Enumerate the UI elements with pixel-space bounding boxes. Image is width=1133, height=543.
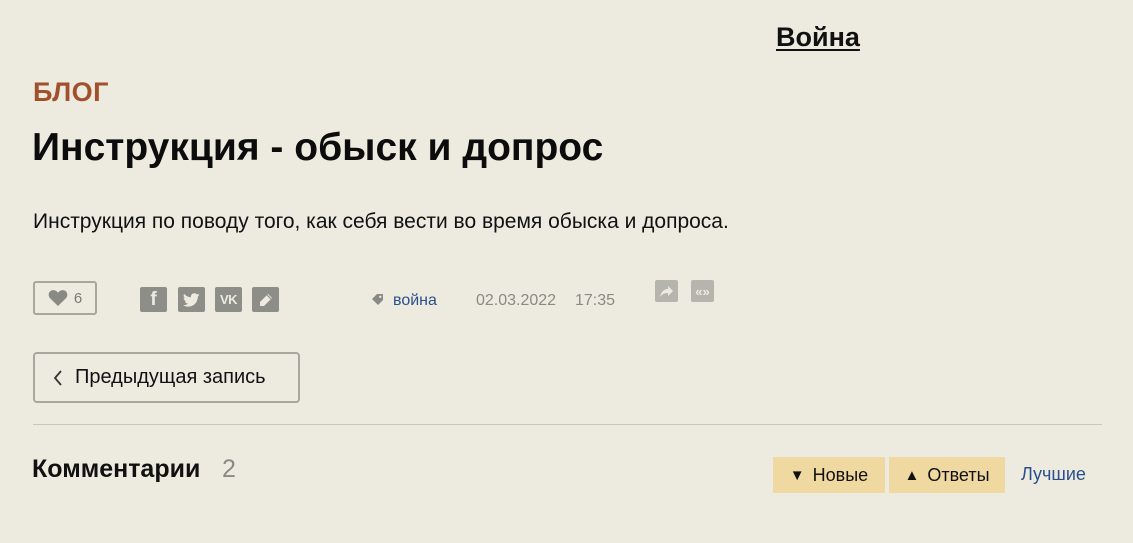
chevron-left-icon	[53, 369, 62, 386]
heart-icon	[48, 290, 68, 306]
post-date: 02.03.2022	[476, 292, 557, 309]
post-time: 17:35	[575, 292, 616, 309]
header-link-voyna[interactable]: Война	[776, 22, 860, 53]
comments-title: Комментарии	[32, 455, 201, 483]
sort-new-button[interactable]: ▼ Новые	[773, 457, 885, 493]
sort-new-label: Новые	[812, 464, 869, 485]
section-label: БЛОГ	[33, 77, 109, 107]
comments-count: 2	[222, 455, 236, 483]
previous-post-button[interactable]: Предыдущая запись	[33, 352, 300, 403]
twitter-icon[interactable]	[178, 287, 205, 312]
like-button[interactable]: 6	[33, 281, 97, 315]
triangle-down-icon: ▼	[789, 466, 805, 484]
tag-icon	[372, 294, 383, 305]
divider	[33, 424, 1102, 425]
post-title: Инструкция - обыск и допрос	[32, 126, 604, 169]
sort-best-link[interactable]: Лучшие	[1021, 464, 1086, 485]
triangle-up-icon: ▲	[904, 466, 920, 484]
post-description: Инструкция по поводу того, как себя вест…	[33, 210, 729, 233]
previous-post-label: Предыдущая запись	[75, 366, 266, 388]
post-meta: 6 f VK война 02.03.2022 17:35 «»	[0, 280, 1133, 320]
sort-answers-button[interactable]: ▲ Ответы	[889, 457, 1005, 493]
quote-icon[interactable]: «»	[691, 280, 714, 302]
livejournal-icon[interactable]	[252, 287, 279, 312]
reply-icon[interactable]	[655, 280, 678, 302]
tag-link[interactable]: война	[393, 292, 437, 310]
sort-answers-label: Ответы	[927, 464, 990, 485]
like-count: 6	[73, 289, 83, 307]
facebook-icon[interactable]: f	[140, 287, 167, 312]
vk-icon[interactable]: VK	[215, 287, 242, 312]
